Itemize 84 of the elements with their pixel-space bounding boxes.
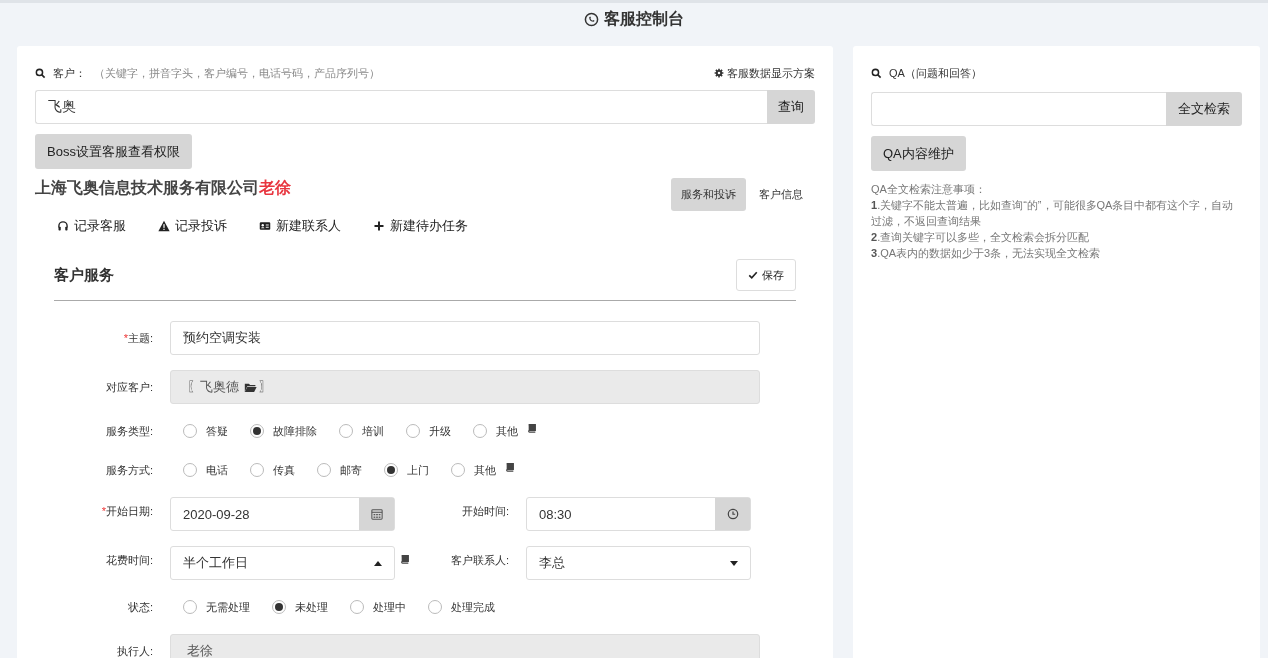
radio-option[interactable]: 答疑 bbox=[170, 423, 228, 439]
radio-option[interactable]: 培训 bbox=[326, 423, 384, 439]
radio-option[interactable]: 其他 bbox=[438, 462, 496, 478]
field-label: 状态: bbox=[126, 599, 154, 615]
search-icon bbox=[871, 67, 882, 79]
field-label: 客户联系人: bbox=[449, 553, 510, 568]
page-title: 客服控制台 bbox=[604, 8, 684, 29]
radio-button[interactable] bbox=[250, 463, 264, 477]
field-input[interactable]: 08:30 bbox=[526, 497, 751, 531]
radio-option[interactable]: 升级 bbox=[393, 423, 451, 439]
note-text: 2.查询关键字可以多些，全文检索会拆分匹配 bbox=[871, 230, 1091, 245]
field-label: 对应客户: bbox=[104, 379, 154, 395]
field-label: 服务类型: bbox=[104, 423, 154, 439]
radio-button[interactable] bbox=[451, 463, 465, 477]
radio-option[interactable]: 电话 bbox=[170, 462, 228, 478]
search-hint: （关键字，拼音字头，客户编号，电话号码，产品序列号） bbox=[94, 65, 380, 81]
radio-option[interactable]: 上门 bbox=[371, 462, 429, 478]
radio-button[interactable] bbox=[272, 600, 286, 614]
headset-icon bbox=[57, 220, 69, 232]
book-icon[interactable] bbox=[527, 423, 537, 433]
calendar-icon bbox=[370, 508, 383, 520]
radio-option[interactable]: 其他 bbox=[460, 423, 518, 439]
check-icon bbox=[748, 270, 758, 280]
tab[interactable]: 服务和投诉 bbox=[671, 178, 746, 211]
search-icon bbox=[35, 67, 46, 79]
save-button[interactable]: 保存 bbox=[736, 259, 796, 291]
readonly-field: 〖飞奥德 〗 bbox=[170, 370, 760, 404]
radio-button[interactable] bbox=[250, 424, 264, 438]
radio-option[interactable]: 故障排除 bbox=[237, 423, 317, 439]
action-link[interactable]: 记录投诉 bbox=[158, 217, 227, 235]
radio-button[interactable] bbox=[183, 424, 197, 438]
qa-maintain-button[interactable]: QA内容维护 bbox=[871, 136, 966, 171]
text-field[interactable]: 预约空调安装 bbox=[170, 321, 760, 355]
boss-permission-button[interactable]: Boss设置客服查看权限 bbox=[35, 134, 192, 169]
note-text: 3.QA表内的数据如少于3条，无法实现全文检索 bbox=[871, 246, 1102, 261]
radio-button[interactable] bbox=[406, 424, 420, 438]
notes-title: QA全文检索注意事项： bbox=[871, 182, 987, 197]
customer-search-field[interactable]: 飞奥 bbox=[35, 90, 767, 124]
radio-button[interactable] bbox=[183, 463, 197, 477]
field-input[interactable]: 半个工作日 bbox=[170, 546, 395, 580]
field-label: 开始时间: bbox=[460, 504, 510, 519]
book-icon[interactable] bbox=[505, 462, 515, 472]
field-label: 执行人: bbox=[115, 643, 154, 658]
radio-button[interactable] bbox=[384, 463, 398, 477]
warning-icon bbox=[158, 220, 170, 232]
field-label: 服务方式: bbox=[104, 462, 154, 478]
radio-button[interactable] bbox=[473, 424, 487, 438]
plus-icon bbox=[373, 220, 385, 232]
radio-option[interactable]: 无需处理 bbox=[170, 599, 250, 615]
radio-option[interactable]: 处理中 bbox=[337, 599, 406, 615]
field-label: *开始日期: bbox=[100, 504, 154, 519]
radio-option[interactable]: 处理完成 bbox=[415, 599, 495, 615]
radio-button[interactable] bbox=[339, 424, 353, 438]
readonly-field: 老徐 bbox=[170, 634, 760, 658]
radio-option[interactable]: 邮寄 bbox=[304, 462, 362, 478]
company-name: 上海飞奥信息技术服务有限公司老徐 bbox=[35, 178, 291, 198]
qa-title: QA（问题和回答） bbox=[889, 65, 982, 81]
note-text: 1.关键字不能太普遍，比如查询“的”，可能很多QA条目中都有这个字，自动过滤，不返回查询结果 bbox=[871, 198, 1235, 229]
query-button[interactable]: 查询 bbox=[767, 90, 815, 124]
field-label: *主题: bbox=[122, 330, 154, 346]
field-input[interactable]: 李总 bbox=[526, 546, 751, 580]
folder-icon[interactable] bbox=[244, 381, 257, 393]
field-label: 花费时间: bbox=[104, 553, 154, 568]
fulltext-search-button[interactable]: 全文检索 bbox=[1166, 92, 1242, 126]
qa-search-field[interactable] bbox=[871, 92, 1166, 126]
chat-icon bbox=[584, 11, 599, 27]
action-link[interactable]: 新建待办任务 bbox=[373, 217, 468, 235]
id-card-icon bbox=[259, 220, 271, 232]
search-label: 客户： bbox=[53, 65, 86, 81]
radio-option[interactable]: 传真 bbox=[237, 462, 295, 478]
radio-button[interactable] bbox=[350, 600, 364, 614]
action-link[interactable]: 新建联系人 bbox=[259, 217, 341, 235]
book-icon[interactable] bbox=[400, 554, 410, 564]
radio-button[interactable] bbox=[183, 600, 197, 614]
radio-button[interactable] bbox=[428, 600, 442, 614]
field-input[interactable]: 2020-09-28 bbox=[170, 497, 395, 531]
action-link[interactable]: 记录客服 bbox=[57, 217, 126, 235]
clock-icon bbox=[726, 508, 739, 520]
section-title: 客户服务 bbox=[54, 265, 114, 285]
tab[interactable]: 客户信息 bbox=[749, 178, 813, 211]
gear-icon bbox=[714, 68, 724, 78]
display-settings-link[interactable]: 客服数据显示方案 bbox=[714, 65, 815, 81]
radio-button[interactable] bbox=[317, 463, 331, 477]
radio-option[interactable]: 未处理 bbox=[259, 599, 328, 615]
